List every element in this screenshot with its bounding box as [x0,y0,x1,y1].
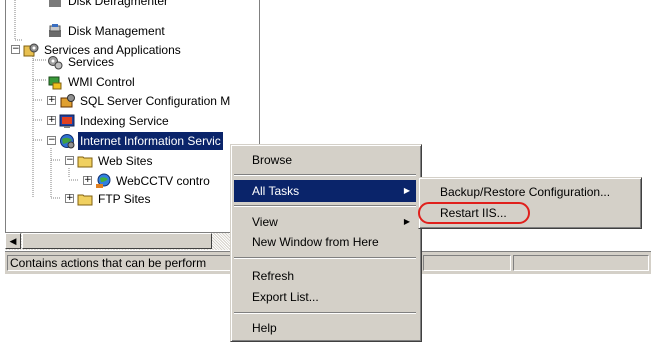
tree-item-label: Disk Management [68,23,165,38]
expand-toggle[interactable]: + [83,176,92,185]
submenu-arrow-icon: ▶ [403,186,410,195]
all-tasks-submenu: Backup/Restore Configuration... Restart … [418,177,642,229]
tree-item-label: FTP Sites [98,191,151,206]
iis-icon [59,133,75,149]
menu-separator [234,174,416,176]
tree-item-indexing-service[interactable]: Indexing Service [59,111,171,129]
collapse-toggle[interactable]: − [47,136,56,145]
tree-item-label: Services [68,54,115,69]
website-globe-icon [95,173,111,189]
tree-item-services[interactable]: Services [47,52,116,70]
tree-item-label: SQL Server Configuration M [80,93,231,108]
folder-icon [77,153,93,169]
collapse-toggle[interactable]: − [11,45,20,54]
tree-item-disk-management[interactable]: Disk Management [47,21,167,39]
menu-separator [234,312,416,314]
menu-item-export-list[interactable]: Export List... [234,286,416,308]
indexing-service-icon [59,113,75,129]
tree-item-wmi-control[interactable]: WMI Control [47,72,137,90]
tree-item-label: Indexing Service [80,113,169,128]
tree-item-webcctv[interactable]: WebCCTV contro [95,171,212,189]
status-panel [513,255,649,271]
sql-server-icon [59,93,75,109]
status-text: Contains actions that can be perform [7,255,235,271]
menu-item-all-tasks[interactable]: All Tasks ▶ [234,180,416,202]
tree-item-label: Web Sites [98,153,153,168]
wmi-control-icon [47,74,63,90]
console-tree-pane[interactable]: Disk Defragmenter Disk Management − Serv… [5,0,260,232]
scrollbar-thumb[interactable] [22,233,212,249]
status-panel [423,255,511,271]
menu-separator [234,257,416,259]
menu-item-label: View [252,215,278,229]
tree-item-sql-server[interactable]: SQL Server Configuration M [59,91,232,109]
tree-item-disk-defragmenter[interactable]: Disk Defragmenter [47,0,170,9]
menu-item-backup-restore[interactable]: Backup/Restore Configuration... [422,181,636,203]
tree-item-web-sites[interactable]: Web Sites [77,151,154,169]
menu-separator [234,205,416,207]
disk-management-icon [47,23,63,39]
tree-item-label: Disk Defragmenter [68,0,169,8]
expand-toggle[interactable]: + [47,116,56,125]
context-menu: Browse All Tasks ▶ View ▶ New Window fro… [230,144,422,342]
menu-item-view[interactable]: View ▶ [234,211,416,233]
expand-toggle[interactable]: + [47,96,56,105]
scroll-left-arrow-icon[interactable]: ◀ [5,233,21,249]
menu-item-restart-iis[interactable]: Restart IIS... [422,202,636,224]
tree-item-label: Internet Information Servic [78,131,223,150]
horizontal-scrollbar[interactable]: ◀ [5,232,259,250]
expand-toggle[interactable]: + [65,194,74,203]
menu-item-refresh[interactable]: Refresh [234,265,416,287]
tree-item-label: WebCCTV contro [116,173,210,188]
menu-item-new-window[interactable]: New Window from Here [234,231,416,253]
folder-icon [77,191,93,207]
tree-item-ftp-sites[interactable]: FTP Sites [77,189,152,207]
submenu-arrow-icon: ▶ [403,217,410,226]
disk-defragmenter-icon [47,0,63,9]
tree-item-label: WMI Control [68,74,135,89]
collapse-toggle[interactable]: − [65,156,74,165]
menu-item-help[interactable]: Help [234,317,416,339]
tree-item-iis[interactable]: Internet Information Servic [59,131,223,150]
services-gear-icon [47,54,63,70]
menu-item-label: All Tasks [252,184,300,198]
menu-item-browse[interactable]: Browse [234,149,416,171]
services-applications-icon [23,42,39,58]
